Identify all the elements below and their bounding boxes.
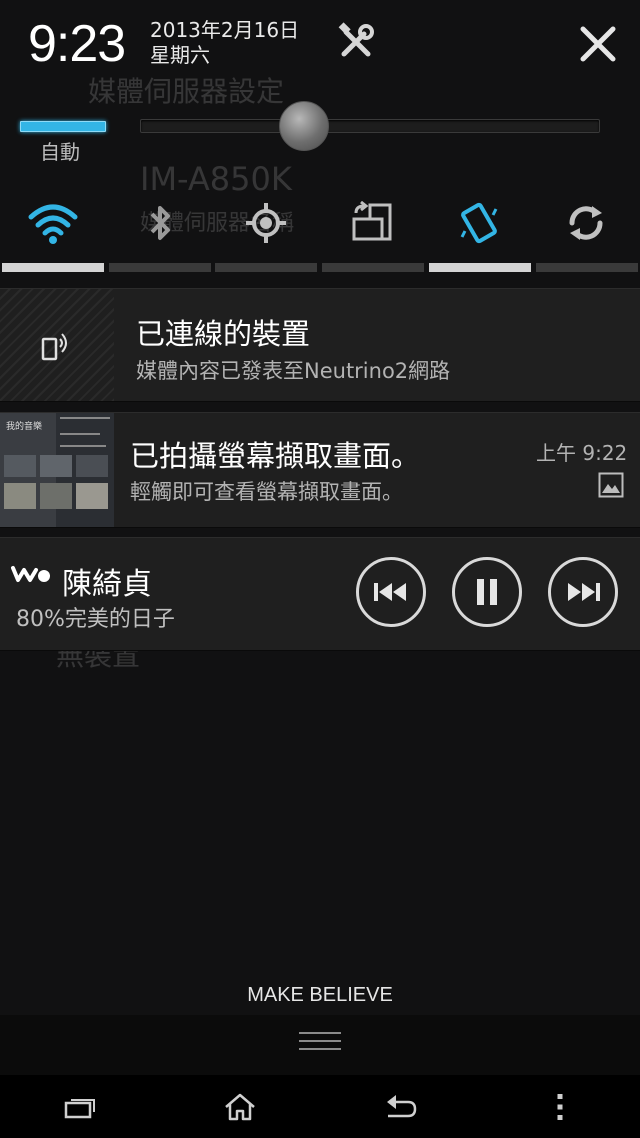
screenshot-thumbnail: 我的音樂 [0,413,114,527]
bluetooth-icon [150,206,170,240]
vibrate-toggle[interactable] [449,195,509,251]
auto-brightness-indicator[interactable] [20,121,106,132]
notification-time: 上午 9:22 [536,441,628,465]
auto-brightness-label[interactable]: 自動 [40,136,80,165]
phone-connect-icon [41,333,67,361]
previous-button[interactable] [356,557,426,627]
recent-apps-button[interactable] [50,1085,110,1129]
media-song-title: 80%完美的日子 [16,607,175,632]
notification-screenshot[interactable]: 我的音樂 已拍攝螢幕擷取畫面。 輕觸即可查看螢幕擷取畫面。 上午 9:22 [0,412,640,528]
pause-button[interactable] [452,557,522,627]
sync-toggle-indicator [536,263,638,272]
gps-icon [246,203,286,243]
recent-apps-icon [64,1099,95,1119]
brightness-slider-track[interactable] [140,119,600,133]
drag-handle-icon[interactable] [299,1032,341,1056]
gps-toggle[interactable] [236,195,296,251]
thumbnail-label: 我的音樂 [6,422,43,432]
back-icon [387,1095,417,1118]
sync-toggle[interactable] [556,195,616,251]
close-icon [580,26,616,62]
background-app-title: 媒體伺服器設定 [88,75,285,108]
sync-icon [569,206,603,240]
close-button[interactable] [574,20,622,68]
wifi-icon [28,204,78,244]
media-artist: 陳綺貞 [62,567,152,602]
menu-button[interactable] [530,1085,590,1129]
notification-text: 媒體內容已發表至Neutrino2網路 [136,359,451,383]
overflow-menu-icon [557,1094,563,1120]
home-button[interactable] [210,1085,270,1129]
weekday: 星期六 [150,43,210,67]
pause-icon [477,579,497,605]
bluetooth-toggle-indicator [109,263,211,272]
brightness-slider-thumb[interactable] [279,101,329,151]
wifi-toggle-indicator [2,263,104,272]
date-block: 2013年2月16日 星期六 [150,18,299,68]
notification-title: 已拍攝螢幕擷取畫面。 [130,439,421,473]
notification-text: 輕觸即可查看螢幕擷取畫面。 [130,480,403,504]
auto-rotate-toggle[interactable] [342,195,402,251]
vibrate-icon [460,202,498,244]
notification-icon-box [0,289,114,401]
wifi-toggle[interactable] [23,195,83,251]
carrier-label: MAKE BELIEVE [247,984,393,1006]
image-icon [598,472,624,498]
gps-toggle-indicator [215,263,317,272]
notification-title: 已連線的裝置 [136,317,311,351]
tools-icon [338,22,374,57]
vibrate-toggle-indicator [429,263,531,272]
next-icon [568,583,600,601]
next-button[interactable] [548,557,618,627]
bluetooth-toggle[interactable] [130,195,190,251]
date: 2013年2月16日 [150,18,300,42]
home-icon [225,1093,255,1121]
back-button[interactable] [370,1085,430,1129]
rotate-icon [352,201,392,241]
background-app-model: IM-A850K [140,160,292,198]
clock: 9:23 [28,15,126,73]
previous-icon [374,583,406,601]
settings-button[interactable] [334,20,378,64]
rotate-toggle-indicator [322,263,424,272]
notification-connected-device[interactable]: 已連線的裝置 媒體內容已發表至Neutrino2網路 [0,288,640,402]
walkman-icon [11,566,50,582]
